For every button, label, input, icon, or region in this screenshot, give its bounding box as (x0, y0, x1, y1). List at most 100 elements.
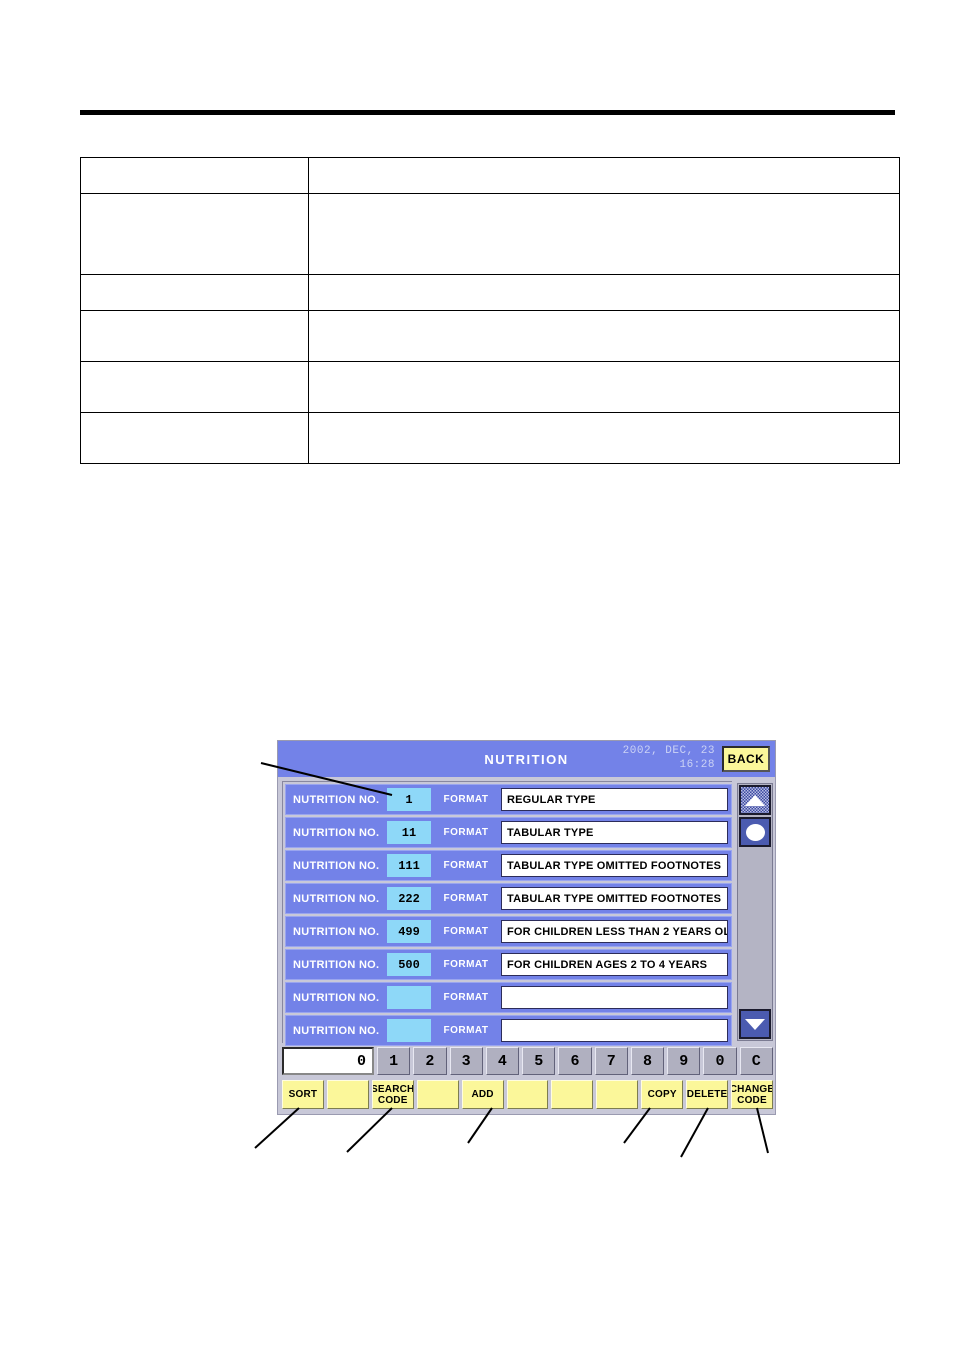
format-value-field[interactable]: FOR CHILDREN LESS THAN 2 YEARS OLD (501, 920, 728, 943)
key-3[interactable]: 3 (449, 1047, 483, 1075)
table-cell-description (308, 274, 900, 311)
nutrition-no-field[interactable] (387, 1019, 431, 1042)
nutrition-no-field[interactable]: 499 (387, 920, 431, 943)
search-code-button[interactable]: SEARCH CODE (371, 1080, 414, 1109)
function-key-blank-3[interactable] (506, 1080, 549, 1109)
panel-title-bar: NUTRITION 2002, DEC, 23 16:28 BACK (278, 741, 775, 777)
key-9[interactable]: 9 (667, 1047, 701, 1075)
format-value-field[interactable]: TABULAR TYPE OMITTED FOOTNOTES (501, 887, 728, 910)
table-cell-description (308, 157, 900, 194)
delete-button[interactable]: DELETE (686, 1080, 729, 1109)
nutrition-no-field[interactable]: 222 (387, 887, 431, 910)
key-4[interactable]: 4 (485, 1047, 520, 1075)
function-key-blank-1[interactable] (326, 1080, 369, 1109)
nutrition-no-label: NUTRITION NO. (293, 925, 380, 938)
format-label: FORMAT (443, 926, 489, 937)
table-row (80, 310, 900, 362)
function-key-row: SORT SEARCH CODE ADD COPY DELETE CHANGE … (282, 1080, 773, 1110)
function-key-blank-4[interactable] (551, 1080, 594, 1109)
nutrition-no-field[interactable]: 1 (387, 788, 431, 811)
date-text: 2002, DEC, 23 (622, 745, 715, 757)
scroll-down-button[interactable] (739, 1009, 771, 1039)
triangle-up-icon (745, 794, 765, 806)
nutrition-no-field[interactable]: 11 (387, 821, 431, 844)
table-row (80, 412, 900, 464)
fkey-line1: DELETE (686, 1089, 728, 1100)
list-item[interactable]: NUTRITION NO. 499 FORMAT FOR CHILDREN LE… (285, 916, 732, 947)
nutrition-no-label: NUTRITION NO. (293, 991, 380, 1004)
fkey-line1: ADD (471, 1089, 494, 1100)
callout-line-delete (680, 1107, 709, 1158)
key-1[interactable]: 1 (377, 1047, 411, 1075)
format-value-field[interactable]: REGULAR TYPE (501, 788, 728, 811)
table-row (80, 193, 900, 275)
list-item[interactable]: NUTRITION NO. 111 FORMAT TABULAR TYPE OM… (285, 850, 732, 881)
list-item[interactable]: NUTRITION NO. FORMAT (285, 982, 732, 1013)
table-row (80, 157, 900, 194)
key-5[interactable]: 5 (522, 1047, 556, 1075)
table-cell-label (80, 274, 309, 311)
list-item[interactable]: NUTRITION NO. 11 FORMAT TABULAR TYPE (285, 817, 732, 848)
format-label: FORMAT (443, 794, 489, 805)
scrollbar-thumb[interactable] (739, 817, 771, 847)
format-value-field[interactable]: FOR CHILDREN AGES 2 TO 4 YEARS (501, 953, 728, 976)
fkey-line1: SEARCH (371, 1083, 414, 1095)
nutrition-no-field[interactable]: 111 (387, 854, 431, 877)
table-cell-description (308, 193, 900, 275)
nutrition-screen-panel: NUTRITION 2002, DEC, 23 16:28 BACK NUTRI… (277, 740, 776, 1115)
time-text: 16:28 (679, 759, 715, 771)
number-display[interactable]: 0 (282, 1047, 374, 1075)
table-cell-description (308, 310, 900, 362)
nutrition-no-label: NUTRITION NO. (293, 859, 380, 872)
key-clear[interactable]: C (739, 1047, 773, 1075)
format-label: FORMAT (443, 827, 489, 838)
key-0[interactable]: 0 (703, 1047, 737, 1075)
fkey-line2: CODE (377, 1094, 408, 1106)
list-item[interactable]: NUTRITION NO. 1 FORMAT REGULAR TYPE (285, 784, 732, 815)
key-2[interactable]: 2 (413, 1047, 447, 1075)
add-button[interactable]: ADD (461, 1080, 504, 1109)
back-button[interactable]: BACK (722, 746, 770, 772)
table-cell-label (80, 412, 309, 464)
page-rule (80, 110, 895, 115)
circle-thumb-icon (745, 823, 765, 841)
nutrition-no-field[interactable] (387, 986, 431, 1009)
list-item[interactable]: NUTRITION NO. 500 FORMAT FOR CHILDREN AG… (285, 949, 732, 980)
fkey-line1: COPY (647, 1089, 677, 1100)
list-item[interactable]: NUTRITION NO. FORMAT (285, 1015, 732, 1046)
list-scrollbar[interactable] (737, 783, 773, 1041)
triangle-down-icon (745, 1018, 765, 1030)
function-key-blank-2[interactable] (416, 1080, 459, 1109)
table-cell-label (80, 310, 309, 362)
format-value-field[interactable] (501, 986, 728, 1009)
table-row (80, 361, 900, 413)
table-row (80, 274, 900, 311)
format-value-field[interactable] (501, 1019, 728, 1042)
numeric-keypad: 0 1 2 3 4 5 6 7 8 9 0 C (282, 1047, 773, 1077)
table-cell-label (80, 193, 309, 275)
fkey-line1: CHANGE (731, 1083, 773, 1095)
format-label: FORMAT (443, 1025, 489, 1036)
table-cell-description (308, 361, 900, 413)
scroll-up-button[interactable] (739, 785, 771, 815)
change-code-button[interactable]: CHANGE CODE (731, 1080, 773, 1109)
sort-button[interactable]: SORT (282, 1080, 324, 1109)
format-label: FORMAT (443, 992, 489, 1003)
key-7[interactable]: 7 (594, 1047, 628, 1075)
format-value-field[interactable]: TABULAR TYPE (501, 821, 728, 844)
table-cell-description (308, 412, 900, 464)
nutrition-no-label: NUTRITION NO. (293, 958, 380, 971)
table-cell-label (80, 157, 309, 194)
table-cell-label (80, 361, 309, 413)
copy-button[interactable]: COPY (641, 1080, 684, 1109)
format-label: FORMAT (443, 860, 489, 871)
clock-display: 2002, DEC, 23 16:28 (623, 744, 715, 772)
format-value-field[interactable]: TABULAR TYPE OMITTED FOOTNOTES (501, 854, 728, 877)
nutrition-no-field[interactable]: 500 (387, 953, 431, 976)
key-8[interactable]: 8 (630, 1047, 665, 1075)
list-item[interactable]: NUTRITION NO. 222 FORMAT TABULAR TYPE OM… (285, 883, 732, 914)
spec-table (80, 157, 900, 464)
function-key-blank-5[interactable] (596, 1080, 639, 1109)
format-label: FORMAT (443, 959, 489, 970)
key-6[interactable]: 6 (558, 1047, 592, 1075)
